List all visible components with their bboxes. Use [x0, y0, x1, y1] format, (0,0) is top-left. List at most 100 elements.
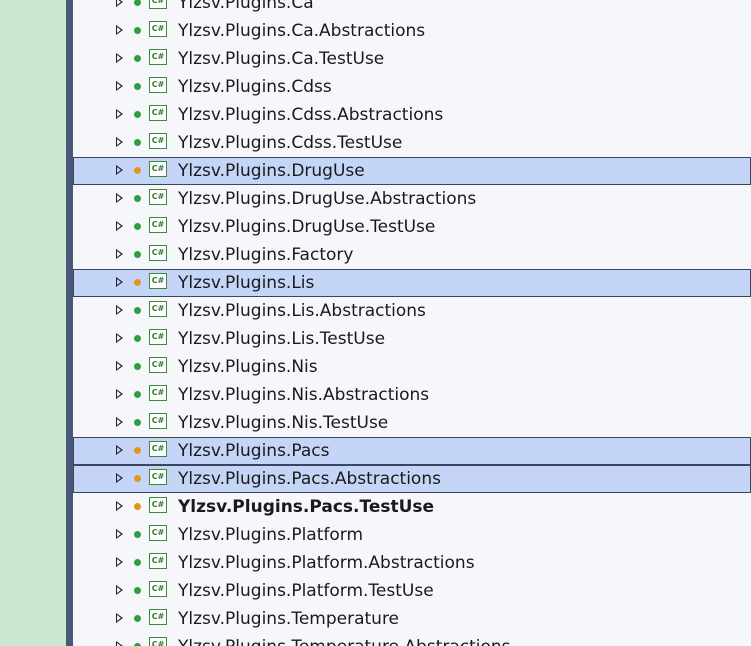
solution-explorer-window: C# Ylzsv.Plugins.Ca C# Ylzsv.Plugins.Ca.Abs…: [0, 0, 751, 646]
tree-item-project[interactable]: C# Ylzsv.Plugins.Temperature.Abstractions: [73, 633, 751, 646]
expand-chevron-icon[interactable]: [116, 137, 123, 147]
tree-item-project[interactable]: C# Ylzsv.Plugins.Cdss.Abstractions: [73, 101, 751, 129]
project-name-label: Ylzsv.Plugins.Temperature.Abstractions: [178, 633, 511, 646]
tree-item-project[interactable]: C# Ylzsv.Plugins.Pacs.Abstractions: [73, 465, 751, 493]
csharp-project-icon: C#: [149, 105, 167, 121]
tree-item-project[interactable]: C# Ylzsv.Plugins.Ca.Abstractions: [73, 17, 751, 45]
project-name-label: Ylzsv.Plugins.Factory: [178, 245, 354, 265]
tree-item-project[interactable]: C# Ylzsv.Plugins.Platform: [73, 521, 751, 549]
tree-item-project[interactable]: C# Ylzsv.Plugins.Ca.TestUse: [73, 45, 751, 73]
expand-chevron-icon[interactable]: [116, 81, 123, 91]
expand-chevron-icon[interactable]: [116, 585, 123, 595]
project-name-label: Ylzsv.Plugins.Nis: [178, 357, 318, 377]
tree-item-project[interactable]: C# Ylzsv.Plugins.Factory: [73, 241, 751, 269]
csharp-project-icon: C#: [149, 413, 167, 429]
source-control-status-icon: [134, 55, 141, 62]
tree-item-project[interactable]: C# Ylzsv.Plugins.Platform.TestUse: [73, 577, 751, 605]
expand-chevron-icon[interactable]: [116, 249, 123, 259]
tree-item-project[interactable]: C# Ylzsv.Plugins.DrugUse.TestUse: [73, 213, 751, 241]
csharp-project-icon: C#: [149, 217, 167, 233]
expand-chevron-icon[interactable]: [116, 529, 123, 539]
expand-chevron-icon[interactable]: [116, 361, 123, 371]
expand-chevron-icon[interactable]: [116, 389, 123, 399]
expand-chevron-icon[interactable]: [116, 25, 123, 35]
csharp-project-icon: C#: [149, 385, 167, 401]
project-name-label: Ylzsv.Plugins.Temperature: [178, 609, 400, 629]
source-control-status-icon: [134, 279, 141, 286]
tree-item-project[interactable]: C# Ylzsv.Plugins.Pacs: [73, 437, 751, 465]
tree-item-project[interactable]: C# Ylzsv.Plugins.Ca: [73, 0, 751, 17]
csharp-project-icon: C#: [149, 525, 167, 541]
project-name-label: Ylzsv.Plugins.Cdss.TestUse: [178, 133, 403, 153]
tree-item-project[interactable]: C# Ylzsv.Plugins.Temperature: [73, 605, 751, 633]
expand-chevron-icon[interactable]: [116, 613, 123, 623]
project-name-label: Ylzsv.Plugins.DrugUse: [178, 161, 365, 181]
project-name-label: Ylzsv.Plugins.Ca.TestUse: [178, 49, 385, 69]
left-side-panel: [0, 0, 66, 646]
expand-chevron-icon[interactable]: [116, 417, 123, 427]
expand-chevron-icon[interactable]: [116, 501, 123, 511]
expand-chevron-icon[interactable]: [116, 221, 123, 231]
project-list: C# Ylzsv.Plugins.Ca C# Ylzsv.Plugins.Ca.Abs…: [73, 0, 751, 646]
expand-chevron-icon[interactable]: [116, 277, 123, 287]
expand-chevron-icon[interactable]: [116, 109, 123, 119]
project-name-label: Ylzsv.Plugins.Cdss.Abstractions: [178, 105, 444, 125]
source-control-status-icon: [134, 139, 141, 146]
tree-item-project[interactable]: C# Ylzsv.Plugins.Lis.Abstractions: [73, 297, 751, 325]
tree-item-project[interactable]: C# Ylzsv.Plugins.Nis.TestUse: [73, 409, 751, 437]
project-name-label: Ylzsv.Plugins.Platform: [178, 525, 364, 545]
csharp-project-icon: C#: [149, 329, 167, 345]
expand-chevron-icon[interactable]: [116, 557, 123, 567]
expand-chevron-icon[interactable]: [116, 473, 123, 483]
expand-chevron-icon[interactable]: [116, 0, 123, 7]
project-name-label: Ylzsv.Plugins.Lis.TestUse: [178, 329, 386, 349]
tree-item-project[interactable]: C# Ylzsv.Plugins.Lis: [73, 269, 751, 297]
source-control-status-icon: [134, 83, 141, 90]
source-control-status-icon: [134, 391, 141, 398]
project-name-label: Ylzsv.Plugins.Nis.TestUse: [178, 413, 389, 433]
expand-chevron-icon[interactable]: [116, 165, 123, 175]
source-control-status-icon: [134, 447, 141, 454]
csharp-project-icon: C#: [149, 273, 167, 289]
project-name-label: Ylzsv.Plugins.Nis.Abstractions: [178, 385, 430, 405]
expand-chevron-icon[interactable]: [116, 641, 123, 646]
expand-chevron-icon[interactable]: [116, 53, 123, 63]
source-control-status-icon: [134, 475, 141, 482]
source-control-status-icon: [134, 251, 141, 258]
tree-item-project[interactable]: C# Ylzsv.Plugins.Cdss: [73, 73, 751, 101]
project-name-label: Ylzsv.Plugins.Cdss: [178, 77, 332, 97]
project-name-label: Ylzsv.Plugins.Lis: [178, 273, 315, 293]
project-name-label: Ylzsv.Plugins.DrugUse.Abstractions: [178, 189, 477, 209]
project-name-label: Ylzsv.Plugins.DrugUse.TestUse: [178, 217, 436, 237]
csharp-project-icon: C#: [149, 133, 167, 149]
tree-item-project[interactable]: C# Ylzsv.Plugins.Platform.Abstractions: [73, 549, 751, 577]
source-control-status-icon: [134, 307, 141, 314]
project-name-label: Ylzsv.Plugins.Lis.Abstractions: [178, 301, 426, 321]
tree-item-project[interactable]: C# Ylzsv.Plugins.Nis: [73, 353, 751, 381]
csharp-project-icon: C#: [149, 581, 167, 597]
csharp-project-icon: C#: [149, 189, 167, 205]
tree-item-project[interactable]: C# Ylzsv.Plugins.Cdss.TestUse: [73, 129, 751, 157]
tree-item-project[interactable]: C# Ylzsv.Plugins.Lis.TestUse: [73, 325, 751, 353]
source-control-status-icon: [134, 335, 141, 342]
csharp-project-icon: C#: [149, 49, 167, 65]
csharp-project-icon: C#: [149, 609, 167, 625]
source-control-status-icon: [134, 223, 141, 230]
expand-chevron-icon[interactable]: [116, 193, 123, 203]
tree-item-project[interactable]: C# Ylzsv.Plugins.Pacs.TestUse: [73, 493, 751, 521]
source-control-status-icon: [134, 531, 141, 538]
expand-chevron-icon[interactable]: [116, 333, 123, 343]
source-control-status-icon: [134, 0, 141, 6]
expand-chevron-icon[interactable]: [116, 305, 123, 315]
expand-chevron-icon[interactable]: [116, 445, 123, 455]
tree-item-project[interactable]: C# Ylzsv.Plugins.Nis.Abstractions: [73, 381, 751, 409]
project-name-label: Ylzsv.Plugins.Pacs: [178, 441, 330, 461]
csharp-project-icon: C#: [149, 0, 167, 9]
csharp-project-icon: C#: [149, 637, 167, 646]
csharp-project-icon: C#: [149, 161, 167, 177]
project-name-label: Ylzsv.Plugins.Pacs.Abstractions: [178, 469, 441, 489]
tree-item-project[interactable]: C# Ylzsv.Plugins.DrugUse: [73, 157, 751, 185]
tree-item-project[interactable]: C# Ylzsv.Plugins.DrugUse.Abstractions: [73, 185, 751, 213]
panel-splitter[interactable]: [66, 0, 73, 646]
source-control-status-icon: [134, 195, 141, 202]
